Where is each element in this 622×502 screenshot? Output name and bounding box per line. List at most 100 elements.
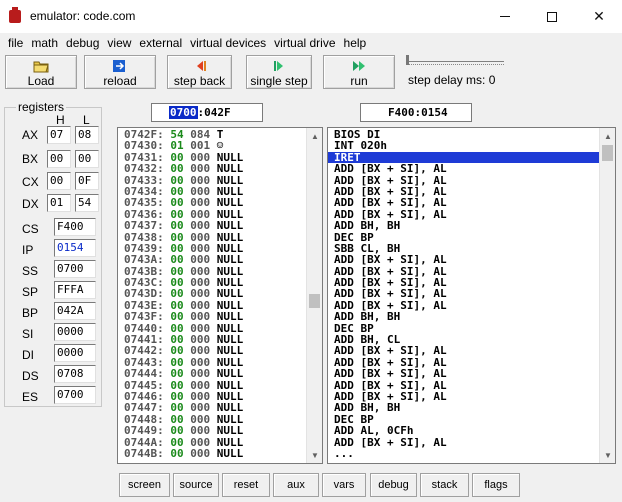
reg-cs-label: CS <box>22 222 39 236</box>
reg-ds-value[interactable]: 0708 <box>54 365 96 383</box>
menu-help[interactable]: help <box>336 34 367 52</box>
reg-bp-label: BP <box>22 306 39 320</box>
close-icon: ✕ <box>593 8 605 24</box>
disassembly-line[interactable]: ADD [BX + SI], AL <box>328 436 600 448</box>
disassembly-line[interactable]: INT 020h <box>328 140 600 152</box>
scroll-up-icon[interactable]: ▲ <box>307 128 322 144</box>
slider-track <box>408 61 504 62</box>
maximize-button[interactable] <box>529 0 575 33</box>
reg-cx-high[interactable]: 00 <box>47 172 71 190</box>
low-byte-header: L <box>83 113 90 127</box>
memory-char: NULL <box>216 446 244 460</box>
load-button[interactable]: Load <box>5 55 77 89</box>
disassembly-line[interactable]: ... <box>328 448 600 460</box>
menu-external[interactable]: external <box>131 34 182 52</box>
memory-scroll-thumb[interactable] <box>309 294 320 308</box>
scroll-down-icon[interactable]: ▼ <box>600 447 615 463</box>
reg-bx-high[interactable]: 00 <box>47 150 71 168</box>
memory-hex: 00 <box>170 446 184 460</box>
code-address-input[interactable]: F400:0154 <box>360 103 472 122</box>
reg-ax-high[interactable]: 07 <box>47 126 71 144</box>
close-button[interactable]: ✕ <box>576 0 622 33</box>
memory-panel[interactable]: 0742F: 54 084 T 07430: 01 001 ☺ 07431: 00 … <box>117 127 323 464</box>
menu-bar: file math debug view external virtual de… <box>0 34 366 52</box>
single-step-button[interactable]: single step <box>246 55 312 89</box>
flags-button[interactable]: flags <box>472 473 520 497</box>
reg-cx-label: CX <box>22 175 39 189</box>
reg-dx-label: DX <box>22 197 39 211</box>
minimize-icon <box>500 16 510 17</box>
memory-address-segment: 0700 <box>169 106 198 119</box>
reg-di-label: DI <box>22 348 34 362</box>
reload-button[interactable]: reload <box>84 55 156 89</box>
reg-ss-value[interactable]: 0700 <box>54 260 96 278</box>
reg-es-label: ES <box>22 390 39 404</box>
disassembly-line[interactable]: ADD BH, BH <box>328 311 600 323</box>
source-button[interactable]: source <box>173 473 219 497</box>
reg-sp-value[interactable]: FFFA <box>54 281 96 299</box>
reg-dx-low[interactable]: 54 <box>75 194 99 212</box>
disassembly-line[interactable]: ADD BH, BH <box>328 220 600 232</box>
memory-scrollbar[interactable]: ▲ ▼ <box>306 128 322 463</box>
run-label: run <box>350 74 368 88</box>
step-delay-slider[interactable]: step delay ms: 0 <box>402 55 510 89</box>
memory-address: 0744B: <box>124 446 164 460</box>
menu-virtual-drive[interactable]: virtual drive <box>266 34 335 52</box>
reg-cx-low[interactable]: 0F <box>75 172 99 190</box>
disassembly-line[interactable]: ADD AL, 0CFh <box>328 425 600 437</box>
disassembly-list: BIOS DI INT 020h IRET ADD [BX + SI], AL ADD … <box>328 128 600 459</box>
stack-button[interactable]: stack <box>420 473 469 497</box>
aux-button[interactable]: aux <box>273 473 319 497</box>
reload-icon <box>112 58 128 74</box>
reg-ax-low[interactable]: 08 <box>75 126 99 144</box>
memory-row[interactable]: 0744B: 00 000 NULL <box>118 448 322 459</box>
reg-ip-value[interactable]: 0154 <box>54 239 96 257</box>
folder-icon <box>33 58 49 74</box>
memory-list: 0742F: 54 084 T 07430: 01 001 ☺ 07431: 00 … <box>118 128 322 459</box>
menu-debug[interactable]: debug <box>58 34 99 52</box>
reg-dx-high[interactable]: 01 <box>47 194 71 212</box>
reg-ax-label: AX <box>22 128 39 142</box>
registers-legend: registers <box>16 100 67 114</box>
disassembly-line[interactable]: ADD [BX + SI], AL <box>328 163 600 175</box>
vars-button[interactable]: vars <box>322 473 366 497</box>
step-delay-label: step delay ms: 0 <box>408 73 496 87</box>
disassembly-line[interactable]: ADD [BX + SI], AL <box>328 254 600 266</box>
reg-sp-label: SP <box>22 285 39 299</box>
menu-file[interactable]: file <box>0 34 23 52</box>
disassembly-line[interactable]: ADD [BX + SI], AL <box>328 368 600 380</box>
minimize-button[interactable] <box>482 0 528 33</box>
reg-si-value[interactable]: 0000 <box>54 323 96 341</box>
reg-bp-value[interactable]: 042A <box>54 302 96 320</box>
reg-es-value[interactable]: 0700 <box>54 386 96 404</box>
maximize-icon <box>547 11 557 22</box>
reg-bx-low[interactable]: 00 <box>75 150 99 168</box>
disassembly-panel[interactable]: BIOS DI INT 020h IRET ADD [BX + SI], AL ADD … <box>327 127 616 464</box>
run-icon <box>351 58 367 74</box>
reg-ss-label: SS <box>22 264 39 278</box>
slider-thumb[interactable] <box>406 55 409 65</box>
slider-ticks <box>408 64 504 66</box>
load-label: Load <box>27 74 55 88</box>
scroll-down-icon[interactable]: ▼ <box>307 447 322 463</box>
menu-virtual-devices[interactable]: virtual devices <box>182 34 266 52</box>
disassembly-scroll-thumb[interactable] <box>602 145 613 161</box>
debug-button[interactable]: debug <box>370 473 417 497</box>
step-back-label: step back <box>173 74 226 88</box>
reg-ip-label: IP <box>22 243 34 257</box>
reg-di-value[interactable]: 0000 <box>54 344 96 362</box>
scroll-up-icon[interactable]: ▲ <box>600 128 615 144</box>
window-title: emulator: code.com <box>30 9 136 23</box>
step-back-button[interactable]: step back <box>167 55 232 89</box>
run-button[interactable]: run <box>323 55 395 89</box>
reg-cs-value[interactable]: F400 <box>54 218 96 236</box>
memory-decimal: 000 <box>190 446 211 460</box>
menu-view[interactable]: view <box>99 34 131 52</box>
reload-label: reload <box>103 74 137 88</box>
screen-button[interactable]: screen <box>119 473 170 497</box>
memory-address-input[interactable]: 0700:042F <box>151 103 263 122</box>
reset-button[interactable]: reset <box>222 473 270 497</box>
disassembly-scrollbar[interactable]: ▲ ▼ <box>599 128 615 463</box>
menu-math[interactable]: math <box>23 34 58 52</box>
reg-ds-label: DS <box>22 369 39 383</box>
